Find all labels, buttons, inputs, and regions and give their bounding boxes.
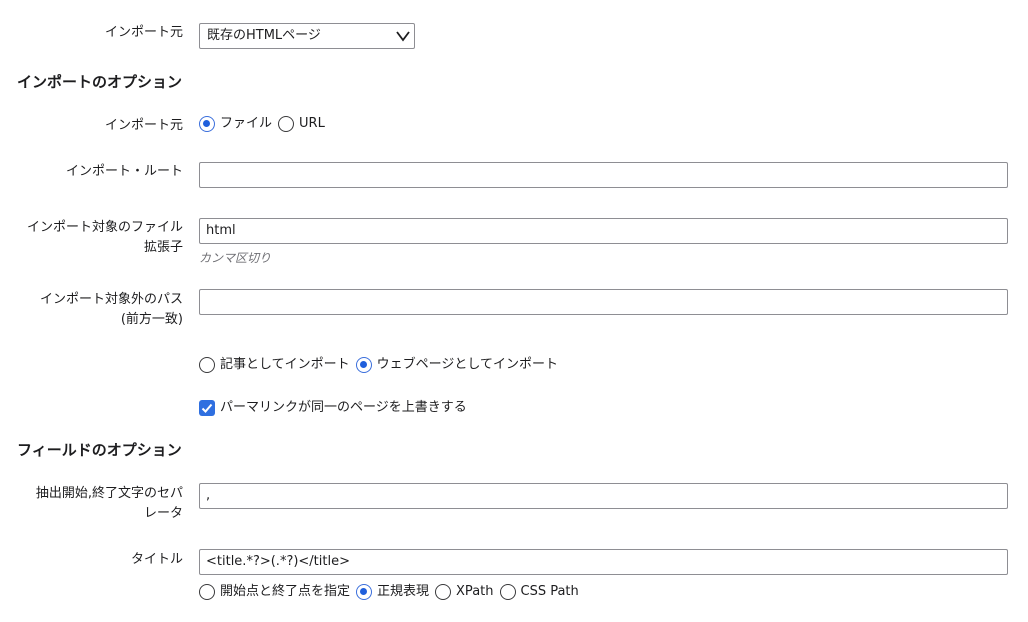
radio-option-regex[interactable]: 正規表現: [356, 582, 429, 602]
overwrite-label: パーマリンクが同一のページを上書きする: [220, 400, 467, 415]
import-from-radio-group: ファイル URL: [199, 114, 331, 134]
separator-label-line1: 抽出開始,終了文字のセパ: [35, 486, 183, 501]
radio-css-path[interactable]: [499, 584, 516, 600]
field-options-heading: フィールドのオプション: [17, 441, 182, 459]
radio-xpath[interactable]: [435, 584, 452, 600]
excluded-paths-input[interactable]: [199, 289, 1008, 315]
title-input[interactable]: <title.*?>(.*?)</title>: [199, 549, 1008, 575]
title-label: タイトル: [130, 552, 183, 567]
radio-option-url[interactable]: URL: [278, 114, 325, 134]
radio-entry[interactable]: [199, 357, 215, 373]
radio-start-end-label: 開始点と終了点を指定: [220, 584, 351, 599]
import-source-select[interactable]: 既存のHTMLページ: [199, 23, 415, 49]
radio-option-css-path[interactable]: CSS Path: [499, 582, 579, 602]
extensions-hint: カンマ区切り: [199, 251, 272, 265]
import-root-label: インポート・ルート: [65, 164, 183, 179]
import-options-heading: インポートのオプション: [17, 73, 183, 91]
radio-option-file[interactable]: ファイル: [199, 114, 272, 134]
overwrite-checkbox[interactable]: [199, 400, 215, 416]
import-root-input[interactable]: [199, 162, 1008, 188]
excluded-paths-label-line1: インポート対象外のパス: [39, 292, 183, 307]
radio-url[interactable]: [278, 116, 295, 132]
radio-webpage-label: ウェブページとしてインポート: [376, 357, 558, 372]
import-source-label: インポート元: [104, 25, 183, 40]
radio-regex-label: 正規表現: [377, 584, 430, 599]
radio-option-start-end[interactable]: 開始点と終了点を指定: [199, 582, 350, 602]
separator-input[interactable]: ,: [199, 483, 1008, 509]
checkmark-icon: [201, 403, 213, 413]
import-as-radio-group: 記事としてインポート ウェブページとしてインポート: [199, 355, 564, 375]
radio-start-end[interactable]: [199, 584, 215, 600]
separator-label-line2: レータ: [143, 506, 183, 521]
radio-entry-label: 記事としてインポート: [220, 357, 350, 372]
extensions-label-line1: インポート対象のファイル: [26, 220, 183, 235]
radio-webpage[interactable]: [355, 357, 372, 373]
radio-option-xpath[interactable]: XPath: [435, 582, 494, 602]
radio-file-label: ファイル: [220, 116, 273, 131]
extensions-input[interactable]: html: [199, 218, 1008, 244]
radio-option-webpage[interactable]: ウェブページとしてインポート: [355, 355, 558, 375]
extraction-method-radio-group: 開始点と終了点を指定 正規表現 XPath CSS Path: [199, 582, 585, 602]
overwrite-checkbox-row[interactable]: パーマリンクが同一のページを上書きする: [199, 398, 467, 418]
radio-xpath-label: XPath: [456, 584, 494, 599]
chevron-down-icon: [396, 31, 410, 42]
excluded-paths-label-line2: (前方一致): [120, 312, 183, 327]
radio-file[interactable]: [199, 116, 215, 132]
import-source-select-value: 既存のHTMLページ: [207, 28, 321, 43]
import-from-label: インポート元: [104, 118, 183, 133]
radio-url-label: URL: [299, 116, 325, 131]
radio-regex[interactable]: [356, 584, 373, 600]
radio-css-path-label: CSS Path: [520, 584, 579, 599]
radio-option-entry[interactable]: 記事としてインポート: [199, 355, 350, 375]
extensions-label-line2: 拡張子: [143, 240, 183, 255]
